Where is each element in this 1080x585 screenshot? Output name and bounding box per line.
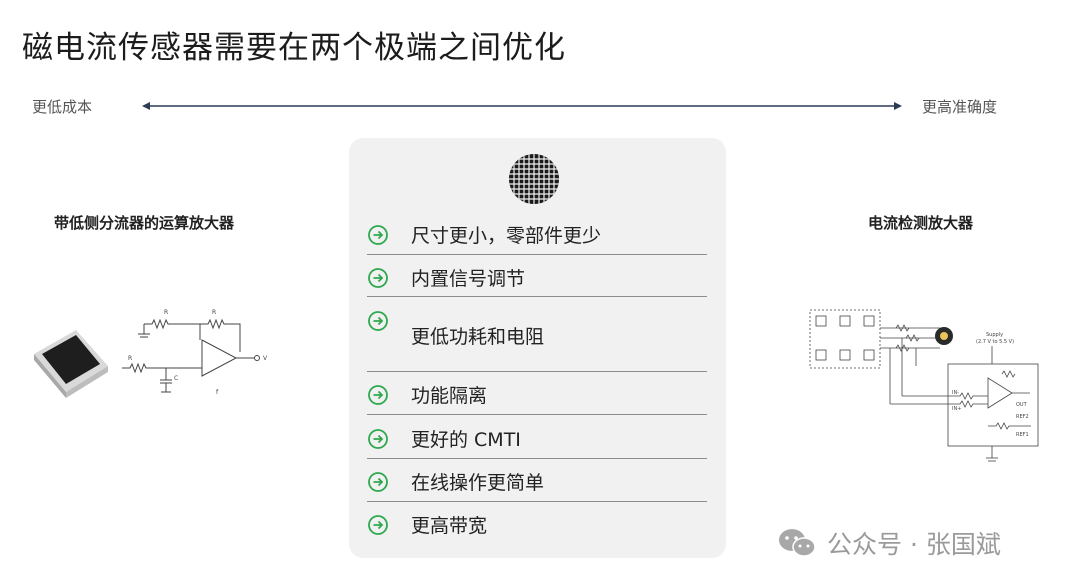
watermark: 公众号 · 张国斌	[777, 525, 1001, 561]
chip-icon	[509, 154, 559, 204]
schematic-label-in-plus: IN+	[952, 406, 961, 412]
feature-item: 更高带宽	[367, 511, 707, 538]
wechat-icon	[779, 529, 816, 557]
watermark-text: 公众号 · 张国斌	[827, 530, 1001, 559]
schematic-label-vout: V	[263, 355, 268, 362]
feature-label: 更低功耗和电阻	[411, 326, 545, 348]
schematic-label-out: OUT	[1016, 402, 1028, 408]
op-amp-schematic: R R R C V f	[122, 309, 268, 396]
schematic-label-r-input: R	[128, 355, 132, 362]
schematic-label-cutoff: f	[216, 389, 219, 396]
feature-label: 内置信号调节	[411, 268, 526, 290]
features-panel: 尺寸更小，零部件更少 内置信号调节 更低功耗和电阻 功能隔离 更好的 CMTI …	[349, 138, 726, 558]
tradeoff-axis-arrow	[142, 102, 902, 110]
feature-item: 在线操作更简单	[367, 468, 707, 495]
feature-item: 功能隔离	[367, 381, 707, 408]
check-circle-icon	[368, 267, 388, 288]
schematic-label-ref2: REF2	[1016, 414, 1029, 420]
feature-label: 尺寸更小，零部件更少	[411, 225, 602, 247]
check-circle-icon	[368, 514, 388, 535]
left-heading: 带低侧分流器的运算放大器	[54, 214, 235, 232]
page-title: 磁电流传感器需要在两个极端之间优化	[22, 30, 566, 66]
check-circle-icon	[368, 224, 388, 245]
schematic-label-r-ground: R	[164, 309, 168, 316]
feature-divider	[367, 458, 707, 459]
feature-item: 尺寸更小，零部件更少	[367, 221, 707, 248]
check-circle-icon	[368, 471, 388, 492]
feature-item: 更低功耗和电阻	[367, 310, 707, 349]
schematic-label-c: C	[174, 375, 178, 382]
check-circle-icon	[368, 384, 388, 405]
schematic-label-supply: Supply	[986, 332, 1003, 338]
feature-label: 功能隔离	[411, 385, 488, 407]
feature-divider	[367, 414, 707, 415]
feature-item: 更好的 CMTI	[367, 425, 707, 452]
check-circle-icon	[368, 311, 388, 331]
schematic-label-ref1: REF1	[1016, 432, 1029, 438]
feature-divider	[367, 501, 707, 502]
check-circle-icon	[368, 428, 388, 449]
feature-divider	[367, 371, 707, 372]
feature-label: 更好的 CMTI	[411, 429, 521, 451]
axis-left-label: 更低成本	[32, 98, 93, 116]
feature-divider	[367, 296, 707, 297]
feature-label: 在线操作更简单	[411, 472, 545, 494]
schematic-label-r-feedback: R	[212, 309, 216, 316]
current-sense-amplifier-schematic: Supply (2.7 V to 5.5 V) IN- IN+ OUT REF2…	[809, 309, 1039, 462]
axis-right-label: 更高准确度	[922, 98, 998, 116]
feature-label: 更高带宽	[411, 515, 488, 537]
feature-item: 内置信号调节	[367, 264, 707, 291]
schematic-label-in-minus: IN-	[952, 390, 959, 396]
right-heading: 电流检测放大器	[868, 214, 974, 232]
feature-divider	[367, 254, 707, 255]
schematic-label-supply-range: (2.7 V to 5.5 V)	[976, 339, 1014, 345]
shunt-resistor-image	[34, 330, 108, 398]
